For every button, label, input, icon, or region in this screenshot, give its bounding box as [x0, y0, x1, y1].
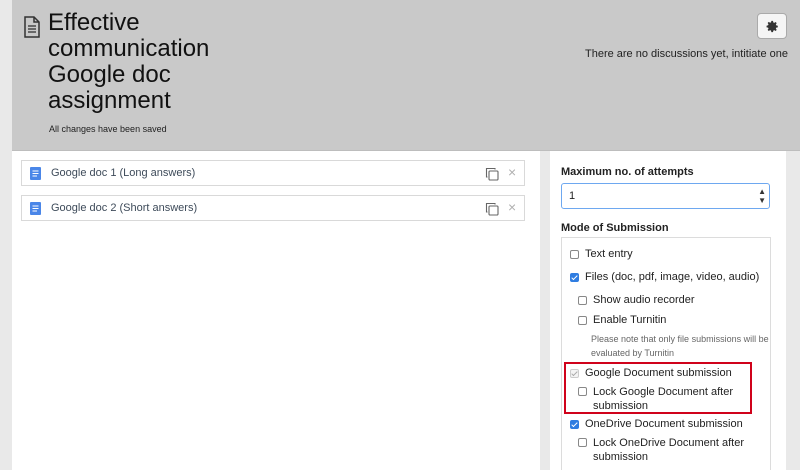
document-label[interactable]: Google doc 2 (Short answers) — [51, 202, 197, 214]
lock-onedrive-checkbox[interactable] — [578, 438, 587, 447]
lock-onedrive-option[interactable]: Lock OneDrive Document after submission — [578, 436, 748, 464]
settings-button[interactable] — [757, 13, 787, 39]
onedrive-option[interactable]: OneDrive Document submission — [570, 418, 743, 430]
max-attempts-label: Maximum no. of attempts — [561, 166, 694, 178]
files-checkbox[interactable] — [570, 273, 579, 282]
onedrive-label: OneDrive Document submission — [585, 418, 743, 430]
select-arrows-icon: ▲ ▼ — [758, 187, 766, 205]
turnitin-checkbox[interactable] — [578, 316, 587, 325]
audio-recorder-label: Show audio recorder — [593, 294, 695, 306]
lock-onedrive-label: Lock OneDrive Document after submission — [593, 437, 745, 463]
settings-panel: Maximum no. of attempts 1 ▲ ▼ Mode of Sub… — [550, 151, 786, 470]
document-item[interactable]: Google doc 2 (Short answers) × — [21, 195, 525, 221]
text-entry-label: Text entry — [585, 248, 633, 260]
discussions-text[interactable]: There are no discussions yet, intitiate … — [585, 48, 788, 60]
documents-panel: Google doc 1 (Long answers) × Google doc… — [12, 151, 540, 470]
close-icon[interactable]: × — [508, 199, 516, 215]
max-attempts-select[interactable]: 1 ▲ ▼ — [561, 183, 770, 209]
turnitin-label: Enable Turnitin — [593, 314, 667, 326]
copy-icon[interactable] — [485, 167, 499, 181]
assignment-header: Effective communication Google doc assig… — [12, 0, 800, 151]
document-item[interactable]: Google doc 1 (Long answers) × — [21, 160, 525, 186]
onedrive-checkbox[interactable] — [570, 420, 579, 429]
mode-of-submission-label: Mode of Submission — [561, 222, 669, 234]
copy-icon[interactable] — [485, 202, 499, 216]
document-label[interactable]: Google doc 1 (Long answers) — [51, 167, 195, 179]
gear-icon — [766, 20, 778, 32]
close-icon[interactable]: × — [508, 164, 516, 180]
turnitin-note: Please note that only file submissions w… — [591, 334, 769, 358]
text-entry-option[interactable]: Text entry — [570, 248, 633, 260]
google-doc-highlight-box — [564, 362, 752, 414]
max-attempts-value: 1 — [569, 190, 576, 202]
turnitin-option[interactable]: Enable Turnitin — [578, 314, 666, 326]
save-status: All changes have been saved — [49, 124, 167, 134]
google-doc-icon — [30, 167, 41, 180]
google-doc-icon — [30, 202, 41, 215]
files-label: Files (doc, pdf, image, video, audio) — [585, 271, 760, 283]
page-title: Effective communication Google doc assig… — [48, 9, 210, 114]
document-icon — [24, 16, 40, 38]
audio-recorder-option[interactable]: Show audio recorder — [578, 294, 695, 306]
text-entry-checkbox[interactable] — [570, 250, 579, 259]
files-option[interactable]: Files (doc, pdf, image, video, audio) — [570, 271, 759, 283]
submission-options: Text entry Files (doc, pdf, image, video… — [561, 237, 771, 470]
audio-recorder-checkbox[interactable] — [578, 296, 587, 305]
